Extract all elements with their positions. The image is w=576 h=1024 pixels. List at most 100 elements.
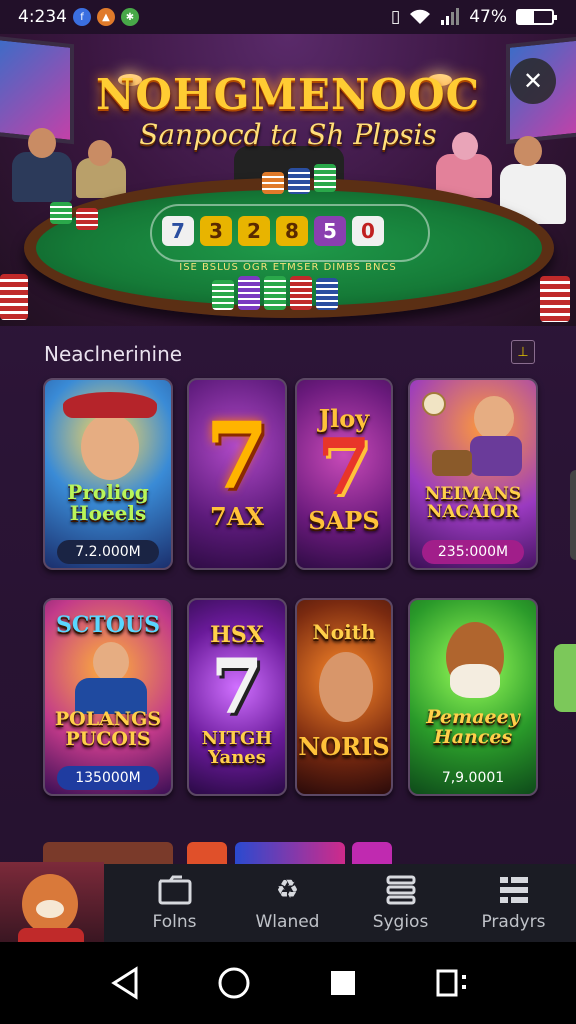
recents-button[interactable] — [313, 953, 373, 1013]
hero-banner[interactable]: NOHGMENOOC Sanpocd ta Sh Plpsis 7 3 2 8 … — [0, 34, 576, 326]
scroll-indicator[interactable] — [570, 470, 576, 560]
status-time: 4:234 — [18, 7, 67, 27]
battery-icon — [516, 9, 557, 25]
mascot-body — [18, 928, 84, 942]
mascot-snout — [36, 900, 64, 918]
character-face — [474, 396, 514, 440]
nav-item-wlaned[interactable]: ♻ Wlaned — [231, 874, 344, 932]
felt-text: ISE BSLUS OGR ETMSER DIMBS BNCS — [179, 262, 397, 273]
nav-label: Folns — [152, 912, 197, 932]
game-jackpot: 7,9.0001 — [441, 770, 505, 786]
wifi-icon — [410, 9, 431, 24]
chip-stack — [0, 274, 28, 320]
character-face — [93, 642, 129, 682]
rotate-icon — [436, 969, 466, 997]
seven-symbol: 7 — [204, 402, 269, 510]
chip-stack — [262, 172, 284, 194]
chip-stack — [314, 164, 336, 192]
battery-fill — [518, 11, 534, 23]
chip-stack — [316, 278, 338, 310]
game-name: 7AX — [210, 502, 264, 531]
character-body — [470, 436, 522, 476]
chip-stack — [540, 276, 570, 322]
game-name-top: SCTOUS — [55, 612, 160, 638]
seven-symbol: 7 — [210, 642, 264, 731]
game-tile[interactable]: Pemaeey Hances 7,9.0001 — [408, 598, 538, 796]
recycle-icon: ♻ — [275, 875, 300, 905]
mascot-avatar[interactable] — [0, 862, 104, 942]
game-tile[interactable]: HSX 7 NITGH Yanes — [187, 598, 287, 796]
game-name-top: Noith — [312, 620, 376, 644]
game-tile[interactable]: SCTOUS POLANGS PUCOIS 135000M — [43, 598, 173, 796]
table-card: 8 — [276, 216, 308, 246]
system-nav-bar — [0, 942, 576, 1024]
stack-icon — [383, 874, 419, 906]
table-card: 0 — [352, 216, 384, 246]
beard-art — [450, 664, 500, 698]
game-name: Proliog Hoeels — [67, 480, 149, 525]
hero-subtitle: Sanpocd ta Sh Plpsis — [139, 118, 437, 151]
recents-icon — [330, 971, 355, 995]
list-icon — [496, 874, 532, 906]
chip-stack — [50, 202, 72, 224]
game-jackpot: 7.2.000M — [57, 540, 159, 564]
nav-label: Sygios — [372, 912, 429, 932]
game-name: Pemaeey Hances — [426, 706, 520, 748]
settings-icon: ✱ — [121, 8, 139, 26]
character-face — [319, 652, 373, 722]
facebook-icon: f — [73, 8, 91, 26]
screen-rotate-button[interactable] — [422, 953, 482, 1013]
close-icon: ✕ — [522, 67, 544, 95]
folder-icon — [157, 874, 193, 906]
game-tile[interactable]: Proliog Hoeels 7.2.000M — [43, 378, 173, 570]
signal-icon — [441, 8, 460, 25]
nav-item-pradyrs[interactable]: Pradyrs — [457, 874, 570, 932]
seven-symbol: 7 — [316, 422, 372, 513]
chip-stack — [264, 276, 286, 310]
game-tile[interactable]: 7 7AX — [187, 378, 287, 570]
hat-art — [63, 392, 157, 418]
game-tile-peek[interactable] — [187, 842, 227, 866]
nav-item-folns[interactable]: Folns — [118, 874, 231, 932]
nav-label: Pradyrs — [481, 912, 546, 932]
game-jackpot: 135000M — [57, 766, 159, 790]
hero-title: NOHGMENOOC — [95, 70, 481, 119]
character-face — [81, 414, 139, 480]
section-title: Neaclnerinine — [44, 342, 183, 366]
status-left: 4:234 f ▲ ✱ — [18, 7, 139, 27]
game-name: NITGH Yanes — [201, 728, 273, 768]
game-tile-peek[interactable] — [352, 842, 392, 866]
game-tile[interactable]: NEIMANS NACAIOR 235:000M — [408, 378, 538, 570]
home-button[interactable] — [204, 953, 264, 1013]
battery-text: 47% — [469, 7, 507, 27]
chip-stack — [212, 280, 234, 310]
gallery-icon: ▲ — [97, 8, 115, 26]
chip-stack — [288, 168, 310, 194]
player-figure — [12, 152, 72, 202]
chip-stack — [238, 276, 260, 310]
table-card: 2 — [238, 216, 270, 246]
game-jackpot: 235:000M — [422, 540, 524, 564]
status-bar: 4:234 f ▲ ✱ ▯ 47% — [0, 0, 576, 34]
game-tile-peek[interactable] — [235, 842, 345, 866]
nav-item-sygios[interactable]: Sygios — [344, 874, 457, 932]
close-button[interactable]: ✕ — [510, 58, 556, 104]
game-tile[interactable]: Noith NORIS — [295, 598, 393, 796]
back-button[interactable] — [95, 953, 155, 1013]
table-cards: 7 3 2 8 5 0 — [162, 216, 384, 246]
bookmark-icon[interactable]: ⊥ — [511, 340, 535, 364]
nav-label: Wlaned — [255, 912, 320, 932]
clock-icon — [422, 392, 446, 416]
game-name: POLANGS PUCOIS — [54, 708, 162, 750]
side-drawer-tab[interactable] — [554, 644, 576, 712]
chip-stack — [76, 208, 98, 230]
bowl-art — [432, 450, 472, 476]
vibrate-icon: ▯ — [390, 7, 401, 27]
table-card: 3 — [200, 216, 232, 246]
home-icon — [218, 967, 249, 999]
app-screen: 4:234 f ▲ ✱ ▯ 47% NOHGMENOOC Sanpocd ta … — [0, 0, 576, 1024]
back-icon — [110, 966, 137, 1000]
table-card: 7 — [162, 216, 194, 246]
chip-stack — [290, 276, 312, 310]
game-tile[interactable]: Jloy 7 SAPS — [295, 378, 393, 570]
